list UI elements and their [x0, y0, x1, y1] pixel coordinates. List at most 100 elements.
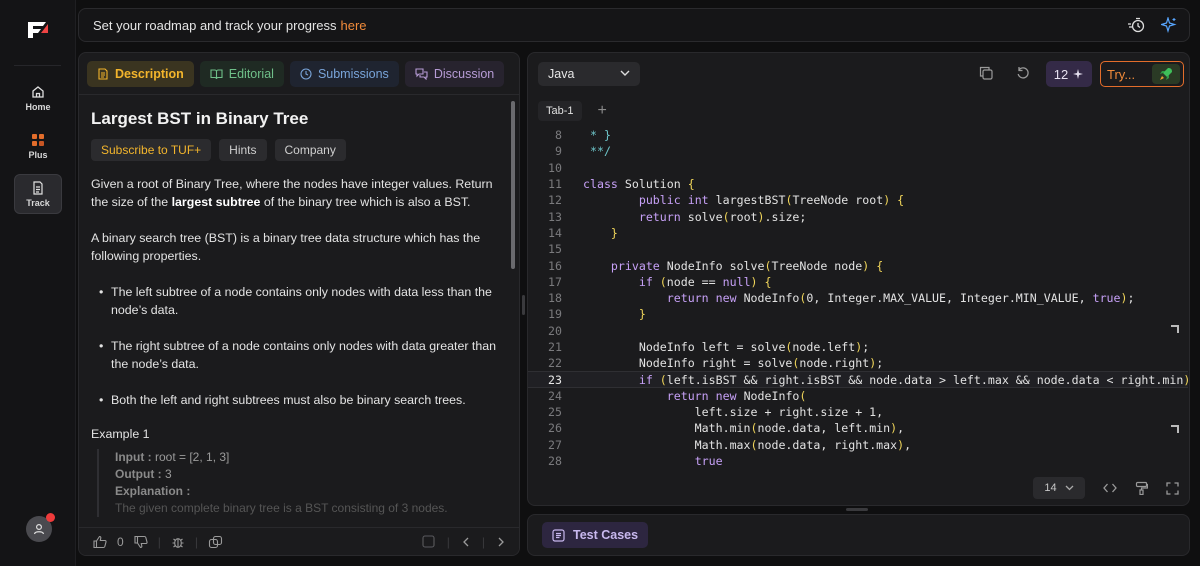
- hints-button[interactable]: Hints: [219, 139, 267, 161]
- left-rail: Home Plus Track: [0, 0, 76, 566]
- logo-icon[interactable]: [26, 20, 50, 40]
- scrollbar[interactable]: [511, 101, 515, 269]
- code-line[interactable]: 13 return solve(root).size;: [528, 208, 1188, 224]
- copy-icon[interactable]: [979, 66, 993, 80]
- rail-item-track[interactable]: Track: [14, 174, 62, 214]
- line-number: 17: [548, 274, 562, 289]
- input-label: Input :: [115, 450, 152, 464]
- test-cases-button[interactable]: Test Cases: [542, 522, 649, 548]
- rail-item-plus[interactable]: Plus: [14, 126, 62, 166]
- add-tab-button[interactable]: +: [598, 102, 607, 120]
- rail-item-label: Home: [25, 101, 51, 112]
- code-line[interactable]: 22 NodeInfo right = solve(node.right);: [528, 355, 1188, 371]
- roadmap-banner: Set your roadmap and track your progress…: [78, 8, 1190, 42]
- code-text: NodeInfo left = solve(node.left);: [583, 340, 870, 354]
- list-item: The left subtree of a node contains only…: [99, 283, 509, 319]
- home-icon: [32, 85, 44, 98]
- rocket-icon: [1152, 64, 1180, 84]
- banner-link[interactable]: here: [341, 18, 367, 33]
- try-button[interactable]: Try...: [1100, 61, 1184, 87]
- subscribe-button[interactable]: Subscribe to TUF+: [91, 139, 212, 161]
- format-brush-icon[interactable]: [1135, 481, 1148, 495]
- rail-item-home[interactable]: Home: [14, 78, 62, 118]
- line-number: 15: [548, 242, 562, 257]
- file-tab[interactable]: Tab-1: [538, 101, 582, 121]
- chevron-down-icon: [620, 70, 630, 76]
- fullscreen-icon[interactable]: [1166, 481, 1179, 495]
- code-line[interactable]: 14 }: [528, 225, 1188, 241]
- try-label: Try...: [1107, 66, 1136, 82]
- editor-resize-handle[interactable]: [846, 508, 868, 511]
- code-line[interactable]: 9 **/: [528, 143, 1188, 159]
- code-line[interactable]: 11 class Solution {: [528, 176, 1188, 192]
- code-text: true: [694, 454, 723, 469]
- tab-discussion[interactable]: Discussion: [404, 60, 505, 87]
- list-item: The right subtree of a node contains onl…: [99, 337, 509, 373]
- code-text: return new NodeInfo(: [666, 388, 807, 403]
- example-box: Input : root = [2, 1, 3] Output : 3 Expl…: [97, 449, 509, 517]
- rail-item-label: Track: [26, 197, 50, 208]
- problem-statement: Given a root of Binary Tree, where the n…: [91, 175, 509, 211]
- code-text: public int largestBST(TreeNode root) {: [638, 193, 905, 208]
- code-line[interactable]: 27 Math.max(node.data, right.max),: [528, 437, 1188, 453]
- panel-resize-handle[interactable]: [522, 295, 525, 315]
- chevron-right-icon[interactable]: [497, 537, 505, 547]
- code-brackets-icon[interactable]: [1103, 482, 1117, 494]
- thumbs-up-icon[interactable]: [93, 535, 107, 549]
- code-line[interactable]: 16 private NodeInfo solve(TreeNode node)…: [528, 257, 1188, 273]
- code-line[interactable]: 24 return new NodeInfo(: [528, 388, 1188, 404]
- code-line[interactable]: 25 left.size + right.size + 1,: [528, 404, 1188, 420]
- footer-divider: |: [481, 534, 485, 549]
- code-area[interactable]: 8 * } 9 **/10 11 class Solution {12 public …: [528, 127, 1189, 469]
- plus-grid-icon: [32, 133, 44, 146]
- code-line[interactable]: 21 NodeInfo left = solve(node.left);: [528, 339, 1188, 355]
- share-icon[interactable]: [208, 535, 223, 549]
- code-line[interactable]: 28 true: [528, 453, 1188, 469]
- example-title: Example 1: [91, 427, 150, 441]
- code-line[interactable]: 15: [528, 241, 1188, 257]
- code-line[interactable]: 19 }: [528, 306, 1188, 322]
- code-line[interactable]: 18 return new NodeInfo(0, Integer.MAX_VA…: [528, 290, 1188, 306]
- code-line[interactable]: 10: [528, 160, 1188, 176]
- problem-description: Largest BST in Binary Tree Subscribe to …: [91, 109, 509, 517]
- line-number: 8: [555, 128, 562, 143]
- problem-title: Largest BST in Binary Tree: [91, 109, 309, 128]
- code-line[interactable]: 20: [528, 323, 1188, 339]
- line-number: 11: [548, 177, 562, 192]
- reset-icon[interactable]: [1016, 66, 1030, 80]
- code-line[interactable]: 17 if (node == null) {: [528, 274, 1188, 290]
- checkbox-icon[interactable]: [422, 535, 435, 548]
- chevron-left-icon[interactable]: [462, 537, 470, 547]
- code-text: private NodeInfo solve(TreeNode node) {: [610, 258, 884, 273]
- footer-divider: |: [446, 534, 450, 549]
- company-button[interactable]: Company: [274, 139, 346, 161]
- line-number: 24: [548, 388, 562, 403]
- bug-icon[interactable]: [171, 535, 185, 549]
- line-number: 13: [548, 209, 562, 224]
- tab-description[interactable]: Description: [87, 60, 194, 87]
- tab-submissions[interactable]: Submissions: [289, 60, 399, 87]
- line-number: 21: [548, 340, 562, 354]
- code-text: * }: [583, 128, 611, 143]
- document-icon: [98, 67, 108, 80]
- book-icon: [210, 68, 223, 79]
- code-line[interactable]: 26 Math.min(node.data, left.min),: [528, 420, 1188, 436]
- avatar[interactable]: [26, 513, 55, 542]
- timer-icon[interactable]: [1127, 17, 1145, 33]
- language-select[interactable]: Java: [538, 62, 640, 86]
- language-value: Java: [548, 67, 575, 81]
- font-size-select[interactable]: 14: [1033, 477, 1085, 499]
- ai-credits-button[interactable]: 12: [1046, 61, 1092, 87]
- code-text: }: [610, 225, 618, 240]
- explanation-label: Explanation :: [115, 484, 191, 498]
- scroll-marker: [1171, 325, 1179, 333]
- problem-chips: Subscribe to TUF+ Hints Company: [91, 139, 509, 161]
- code-line[interactable]: 12 public int largestBST(TreeNode root) …: [528, 192, 1188, 208]
- code-line[interactable]: 8 * }: [528, 127, 1188, 143]
- sparkle-icon[interactable]: [1161, 17, 1177, 33]
- footer-divider: |: [157, 534, 161, 549]
- thumbs-down-icon[interactable]: [134, 535, 148, 549]
- problem-panel: Description Editorial Submissions Discus…: [78, 52, 520, 556]
- tab-editorial[interactable]: Editorial: [199, 60, 284, 87]
- code-line[interactable]: 23 if (left.isBST && right.isBST && node…: [528, 371, 1189, 388]
